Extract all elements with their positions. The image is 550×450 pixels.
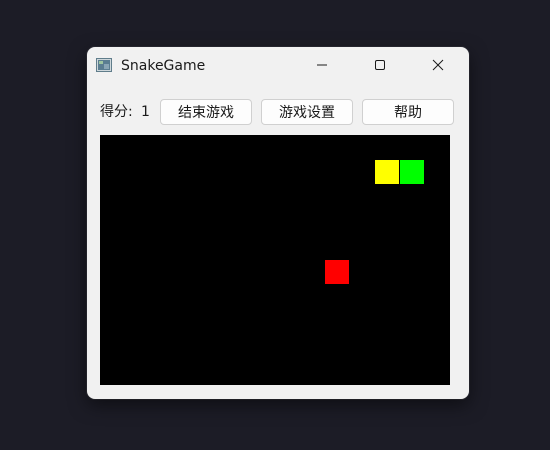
maximize-icon <box>375 60 385 70</box>
close-button[interactable] <box>409 47 467 83</box>
snake-head <box>375 160 399 184</box>
window-title: SnakeGame <box>121 58 206 74</box>
game-settings-button[interactable]: 游戏设置 <box>261 99 353 125</box>
score-value: 1 <box>141 104 150 120</box>
food <box>325 260 349 284</box>
game-toolbar: 得分: 1 结束游戏 游戏设置 帮助 <box>87 83 469 133</box>
snake-body-segment <box>400 160 424 184</box>
minimize-button[interactable] <box>293 47 351 83</box>
close-icon <box>432 59 444 71</box>
help-button[interactable]: 帮助 <box>362 99 454 125</box>
game-board[interactable] <box>100 135 450 385</box>
snake-game-window: SnakeGame 得分: 1 结束游戏 游戏设置 帮助 <box>87 47 469 399</box>
maximize-button[interactable] <box>351 47 409 83</box>
minimize-icon <box>317 64 327 66</box>
snake-game-app-icon <box>96 57 112 72</box>
end-game-button[interactable]: 结束游戏 <box>160 99 252 125</box>
title-bar[interactable]: SnakeGame <box>87 47 469 83</box>
score-label: 得分: <box>100 104 133 120</box>
